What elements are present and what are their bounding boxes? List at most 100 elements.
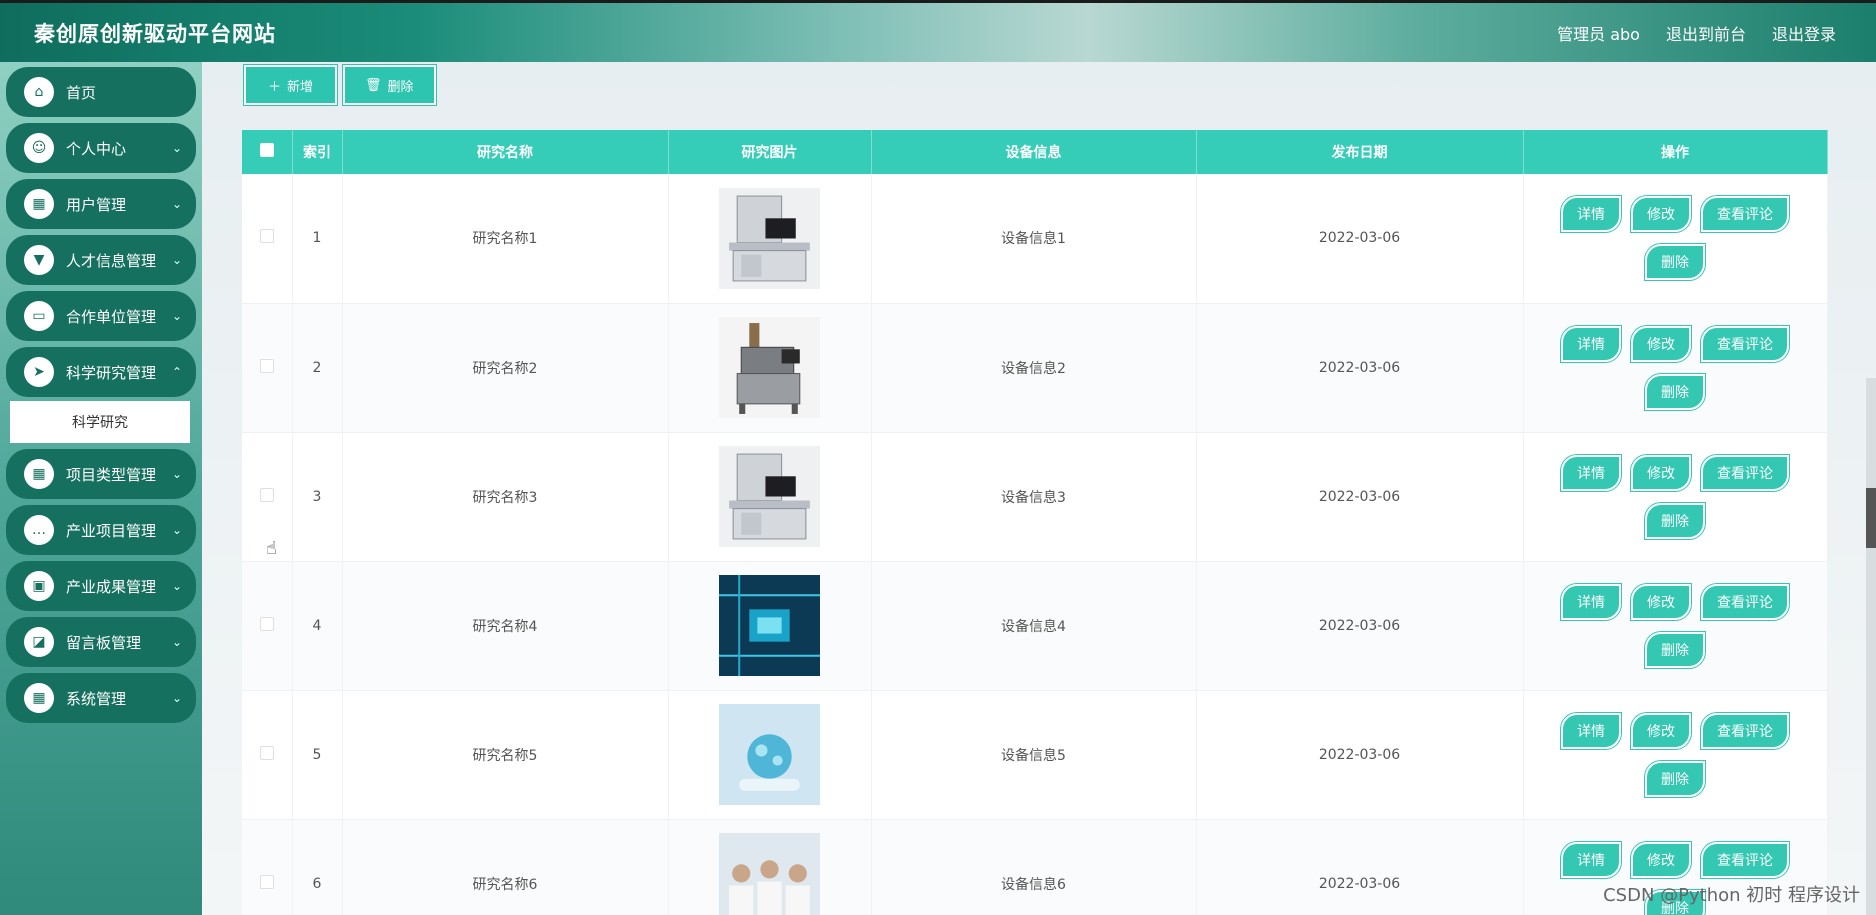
detail-button[interactable]: 详情 — [1561, 325, 1621, 362]
device-info-cell: 设备信息3 — [871, 432, 1197, 561]
sidebar-subitem-research[interactable]: 科学研究 — [10, 401, 190, 443]
exit-to-front-link[interactable]: 退出到前台 — [1666, 21, 1746, 45]
sidebar-item-label: 留言板管理 — [66, 633, 142, 652]
actions-cell: 详情 修改 查看评论 删除 — [1523, 303, 1828, 432]
research-image-cell — [668, 303, 872, 432]
sidebar-item-personal-center[interactable]: ☺ 个人中心 ⌄ — [6, 123, 196, 173]
research-name-cell: 研究名称6 — [342, 819, 669, 915]
chevron-up-icon: ⌃ — [171, 365, 182, 379]
add-button[interactable]: ＋ 新增 — [244, 65, 338, 105]
logout-link[interactable]: 退出登录 — [1772, 21, 1836, 45]
publish-date-cell: 2022-03-06 — [1196, 303, 1524, 432]
chart-icon: ◪ — [24, 627, 54, 657]
research-image — [669, 575, 871, 676]
sidebar: ⌂ 首页 ☺ 个人中心 ⌄ ▦ 用户管理 ⌄ ▼ 人才信息管理 ⌄ ▭ 合作单位… — [0, 62, 202, 915]
detail-button[interactable]: 详情 — [1561, 712, 1621, 749]
delete-button[interactable]: 删除 — [1645, 373, 1705, 410]
research-name-cell: 研究名称2 — [342, 303, 669, 432]
sidebar-item-label: 用户管理 — [66, 195, 127, 214]
chevron-down-icon: ⌄ — [171, 579, 182, 593]
edit-button[interactable]: 修改 — [1631, 454, 1691, 491]
delete-button[interactable]: 删除 — [1645, 631, 1705, 668]
sidebar-item-home[interactable]: ⌂ 首页 — [6, 67, 196, 117]
clipboard-icon: ▣ — [24, 571, 54, 601]
research-name-cell: 研究名称1 — [342, 174, 669, 303]
table-row: 2 研究名称2 设备信息2 2022-03-06 详情 修改 查看评论 删除 — [242, 303, 1828, 432]
chevron-down-icon: ⌄ — [171, 635, 182, 649]
column-header: 研究图片 — [668, 130, 872, 174]
row-select-cell — [242, 303, 293, 432]
row-checkbox[interactable] — [259, 229, 274, 244]
toolbar: ＋ 新增 🗑 删除 — [244, 65, 436, 105]
pin-icon: ▼ — [24, 245, 54, 275]
sidebar-item-partner-management[interactable]: ▭ 合作单位管理 ⌄ — [6, 291, 196, 341]
table-row: 3 研究名称3 设备信息3 2022-03-06 详情 修改 查看评论 删除 — [242, 432, 1828, 561]
row-checkbox[interactable] — [259, 616, 274, 631]
sidebar-item-industry-achievement[interactable]: ▣ 产业成果管理 ⌄ — [6, 561, 196, 611]
device-info-cell: 设备信息5 — [871, 690, 1197, 819]
sidebar-item-user-management[interactable]: ▦ 用户管理 ⌄ — [6, 179, 196, 229]
sidebar-item-label: 首页 — [66, 83, 97, 102]
device-info-cell: 设备信息4 — [871, 561, 1197, 690]
view-comments-button[interactable]: 查看评论 — [1701, 583, 1789, 620]
research-name-cell: 研究名称4 — [342, 561, 669, 690]
delete-button[interactable]: 删除 — [1645, 502, 1705, 539]
row-checkbox[interactable] — [259, 358, 274, 373]
view-comments-button[interactable]: 查看评论 — [1701, 712, 1789, 749]
chevron-down-icon: ⌄ — [171, 467, 182, 481]
sidebar-item-label: 项目类型管理 — [66, 465, 157, 484]
edit-button[interactable]: 修改 — [1631, 841, 1691, 878]
sidebar-item-message-board[interactable]: ◪ 留言板管理 ⌄ — [6, 617, 196, 667]
select-all-checkbox[interactable] — [259, 143, 274, 157]
research-image — [669, 833, 871, 915]
sidebar-item-industry-project[interactable]: … 产业项目管理 ⌄ — [6, 505, 196, 555]
index-cell: 3 — [292, 432, 343, 561]
publish-date-cell: 2022-03-06 — [1196, 561, 1524, 690]
column-header: 索引 — [292, 130, 343, 174]
scrollbar-thumb[interactable] — [1866, 488, 1876, 548]
row-checkbox[interactable] — [259, 745, 274, 760]
actions-cell: 详情 修改 查看评论 删除 — [1523, 690, 1828, 819]
chevron-down-icon: ⌄ — [171, 523, 182, 537]
sidebar-item-label: 系统管理 — [66, 689, 127, 708]
monitor-icon: ▭ — [24, 301, 54, 331]
research-image-cell — [668, 561, 872, 690]
grid-icon: ▦ — [24, 189, 54, 219]
edit-button[interactable]: 修改 — [1631, 325, 1691, 362]
row-actions: 详情 修改 查看评论 删除 — [1524, 325, 1827, 410]
batch-delete-button[interactable]: 🗑 删除 — [343, 65, 436, 105]
delete-button-label: 删除 — [387, 79, 414, 95]
main-content: ＋ 新增 🗑 删除 索引 研究名称 研究图片 设备信息 发布日期 操作 1 研究… — [202, 62, 1876, 915]
edit-button[interactable]: 修改 — [1631, 712, 1691, 749]
view-comments-button[interactable]: 查看评论 — [1701, 196, 1789, 233]
delete-button[interactable]: 删除 — [1645, 760, 1705, 797]
chevron-down-icon: ⌄ — [171, 691, 182, 705]
scrollbar[interactable] — [1866, 378, 1876, 915]
sidebar-item-system-management[interactable]: ▦ 系统管理 ⌄ — [6, 673, 196, 723]
detail-button[interactable]: 详情 — [1561, 841, 1621, 878]
actions-cell: 详情 修改 查看评论 删除 — [1523, 561, 1828, 690]
sidebar-item-label: 科学研究管理 — [66, 363, 157, 382]
sidebar-item-label: 产业成果管理 — [66, 577, 157, 596]
detail-button[interactable]: 详情 — [1561, 454, 1621, 491]
send-icon: ➤ — [24, 357, 54, 387]
sidebar-item-talent-info[interactable]: ▼ 人才信息管理 ⌄ — [6, 235, 196, 285]
sidebar-item-project-type[interactable]: ▦ 项目类型管理 ⌄ — [6, 449, 196, 499]
publish-date-cell: 2022-03-06 — [1196, 174, 1524, 303]
detail-button[interactable]: 详情 — [1561, 583, 1621, 620]
admin-user-link[interactable]: 管理员 abo — [1557, 21, 1640, 45]
row-checkbox[interactable] — [259, 487, 274, 502]
sidebar-item-research-management[interactable]: ➤ 科学研究管理 ⌃ — [6, 347, 196, 397]
research-table: 索引 研究名称 研究图片 设备信息 发布日期 操作 1 研究名称1 设备信息1 … — [242, 130, 1828, 915]
view-comments-button[interactable]: 查看评论 — [1701, 325, 1789, 362]
sidebar-item-label: 产业项目管理 — [66, 521, 157, 540]
delete-button[interactable]: 删除 — [1645, 244, 1705, 281]
column-header: 设备信息 — [871, 130, 1197, 174]
edit-button[interactable]: 修改 — [1631, 196, 1691, 233]
research-image-cell — [668, 690, 872, 819]
row-checkbox[interactable] — [259, 874, 274, 889]
view-comments-button[interactable]: 查看评论 — [1701, 841, 1789, 878]
detail-button[interactable]: 详情 — [1561, 196, 1621, 233]
view-comments-button[interactable]: 查看评论 — [1701, 454, 1789, 491]
edit-button[interactable]: 修改 — [1631, 583, 1691, 620]
